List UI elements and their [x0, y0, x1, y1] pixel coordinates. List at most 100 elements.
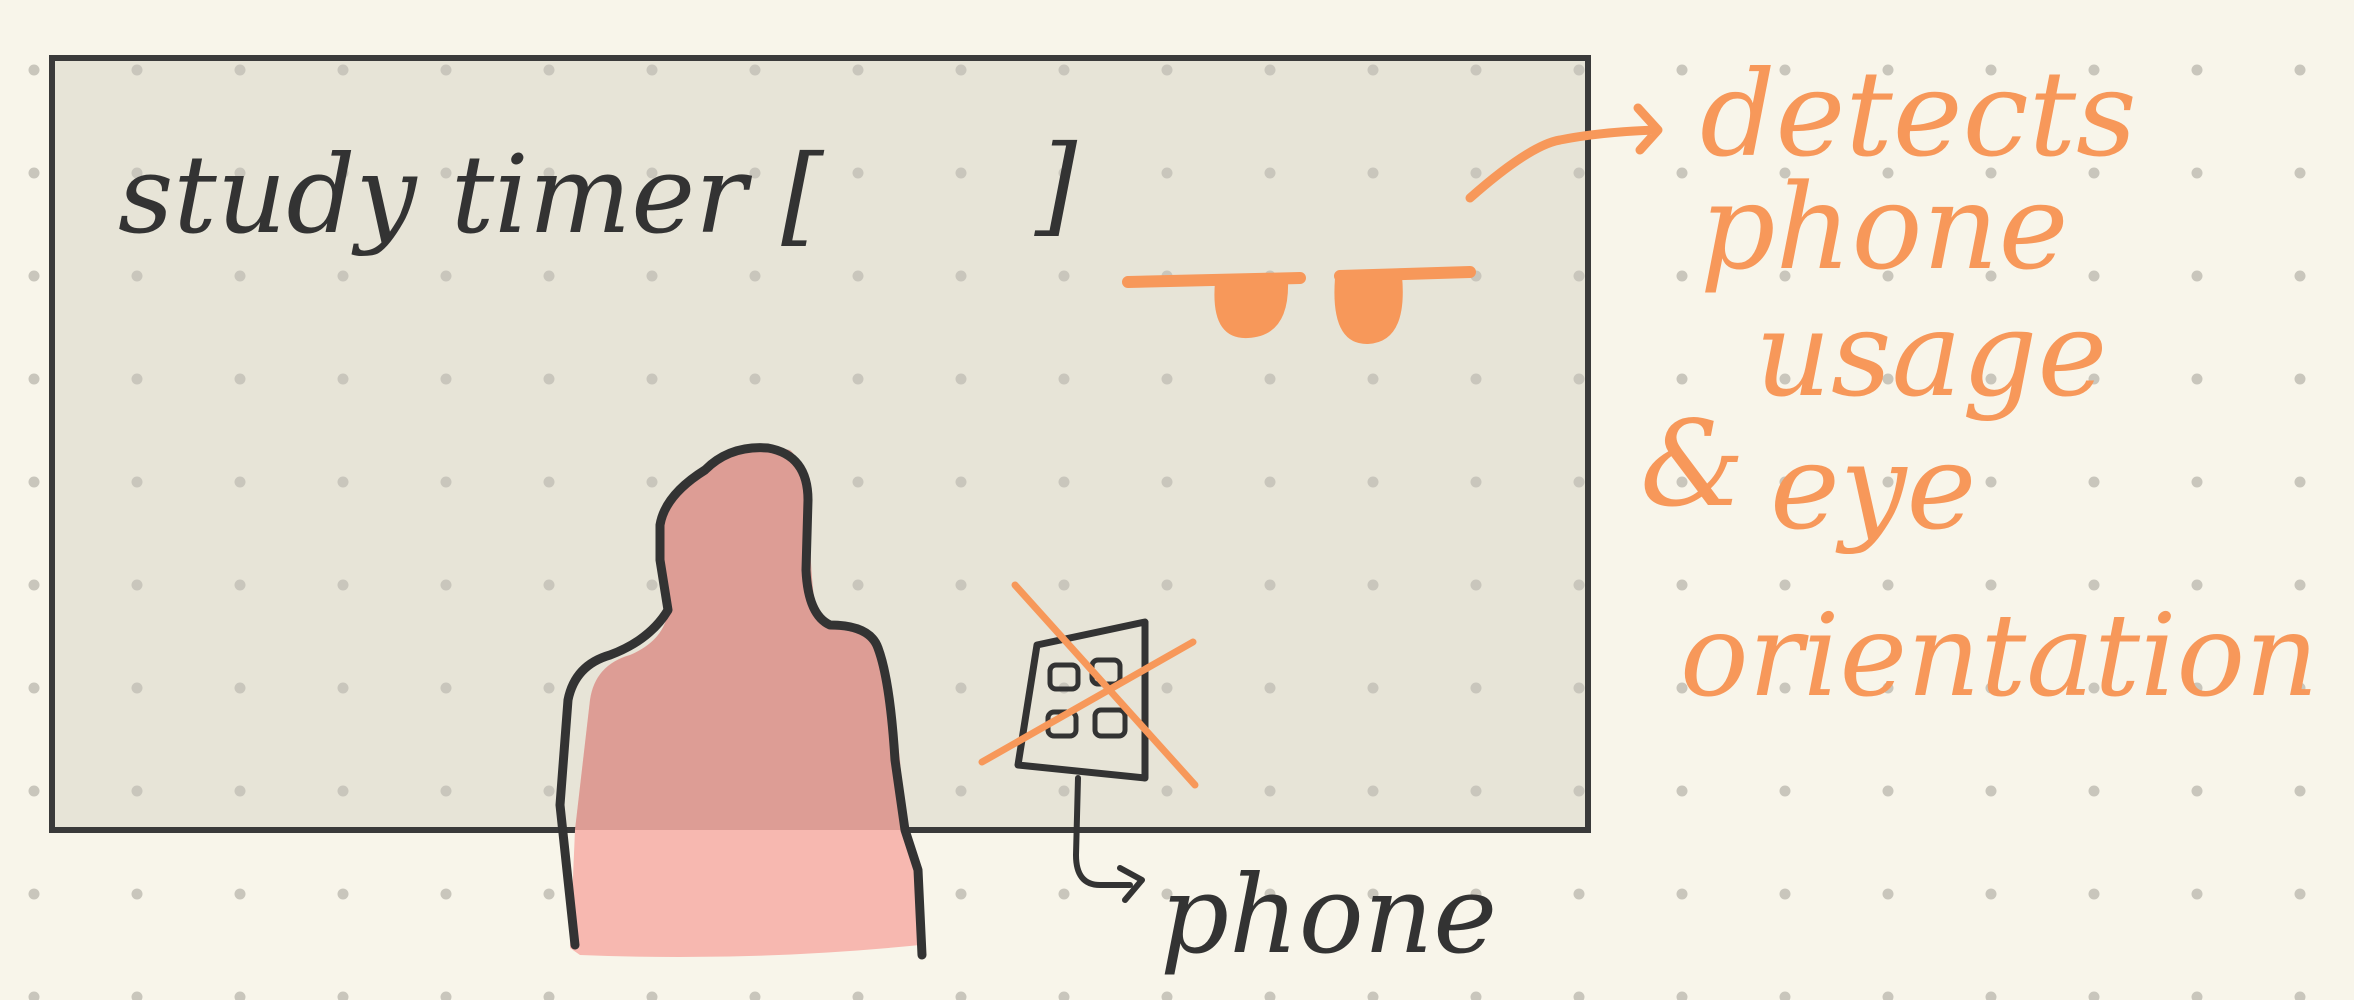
grid-dot [955, 785, 967, 797]
grid-dot [646, 373, 658, 385]
grid-dot [234, 888, 246, 900]
grid-dot [337, 888, 349, 900]
grid-dot [28, 579, 40, 591]
grid-dot [337, 373, 349, 385]
grid-dot [1058, 579, 1070, 591]
grid-dot [1882, 888, 1894, 900]
grid-dot [543, 64, 555, 76]
phone-label: phone [1160, 853, 1497, 978]
grid-dot [646, 991, 658, 1000]
grid-dot [646, 579, 658, 591]
grid-dot [1161, 476, 1173, 488]
grid-dot [1264, 167, 1276, 179]
grid-dot [1779, 785, 1791, 797]
grid-dot [543, 785, 555, 797]
annotation-line-2: phone [1700, 158, 2068, 296]
grid-dot [1367, 373, 1379, 385]
grid-dot [543, 373, 555, 385]
grid-dot [646, 64, 658, 76]
grid-dot [1573, 888, 1585, 900]
grid-dot [1161, 682, 1173, 694]
grid-dot [1676, 64, 1688, 76]
annotation-line-6: orientation [1680, 589, 2319, 722]
grid-dot [1058, 373, 1070, 385]
grid-dot [1161, 373, 1173, 385]
grid-dot [234, 682, 246, 694]
grid-dot [234, 785, 246, 797]
grid-dot [1161, 579, 1173, 591]
annotation-line-3: usage [1755, 285, 2107, 423]
grid-dot [2294, 373, 2306, 385]
grid-dot [1264, 991, 1276, 1000]
grid-dot [28, 64, 40, 76]
grid-dot [1985, 476, 1997, 488]
grid-dot [1161, 785, 1173, 797]
grid-dot [543, 476, 555, 488]
grid-dot [234, 64, 246, 76]
grid-dot [1985, 888, 1997, 900]
grid-dot [2191, 270, 2203, 282]
annotation-line-4: & [1640, 395, 1745, 533]
grid-dot [28, 888, 40, 900]
grid-dot [1779, 991, 1791, 1000]
grid-dot [2294, 270, 2306, 282]
grid-dot [1367, 579, 1379, 591]
grid-dot [1470, 476, 1482, 488]
annotation-line-5: eye [1770, 418, 1976, 556]
grid-dot [543, 270, 555, 282]
grid-dot [440, 888, 452, 900]
grid-dot [2191, 64, 2203, 76]
grid-dot [1264, 476, 1276, 488]
grid-dot [1264, 682, 1276, 694]
grid-dot [440, 64, 452, 76]
grid-dot [955, 167, 967, 179]
grid-dot [440, 682, 452, 694]
grid-dot [1573, 64, 1585, 76]
grid-dot [2088, 785, 2100, 797]
grid-dot [1058, 888, 1070, 900]
grid-dot [1367, 167, 1379, 179]
grid-dot [852, 270, 864, 282]
grid-dot [955, 682, 967, 694]
grid-dot [1161, 167, 1173, 179]
grid-dot [1573, 476, 1585, 488]
sketch-canvas: study timer [ ] phone detects phone usag… [0, 0, 2354, 1000]
grid-dot [1058, 991, 1070, 1000]
grid-dot [28, 682, 40, 694]
grid-dot [440, 579, 452, 591]
grid-dot [1470, 682, 1482, 694]
grid-dot [1058, 785, 1070, 797]
grid-dot [1367, 476, 1379, 488]
grid-dot [1264, 579, 1276, 591]
grid-dot [955, 888, 967, 900]
grid-dot [234, 373, 246, 385]
grid-dot [2191, 373, 2203, 385]
grid-dot [2191, 167, 2203, 179]
timer-bracket-close: ] [1034, 123, 1078, 248]
grid-dot [1058, 476, 1070, 488]
grid-dot [1676, 991, 1688, 1000]
grid-dot [955, 991, 967, 1000]
grid-dot [1264, 64, 1276, 76]
grid-dot [1985, 785, 1997, 797]
grid-dot [337, 991, 349, 1000]
grid-dot [337, 270, 349, 282]
grid-dot [1264, 373, 1276, 385]
grid-dot [131, 270, 143, 282]
grid-dot [2191, 476, 2203, 488]
grid-dot [440, 991, 452, 1000]
grid-dot [337, 785, 349, 797]
grid-dot [234, 991, 246, 1000]
grid-dot [2088, 888, 2100, 900]
grid-dot [2191, 991, 2203, 1000]
grid-dot [1058, 64, 1070, 76]
grid-dot [131, 682, 143, 694]
grid-dot [852, 64, 864, 76]
grid-dot [337, 682, 349, 694]
grid-dot [1367, 64, 1379, 76]
grid-dot [1161, 991, 1173, 1000]
grid-dot [749, 373, 761, 385]
grid-dot [852, 373, 864, 385]
grid-dot [749, 991, 761, 1000]
grid-dot [955, 64, 967, 76]
